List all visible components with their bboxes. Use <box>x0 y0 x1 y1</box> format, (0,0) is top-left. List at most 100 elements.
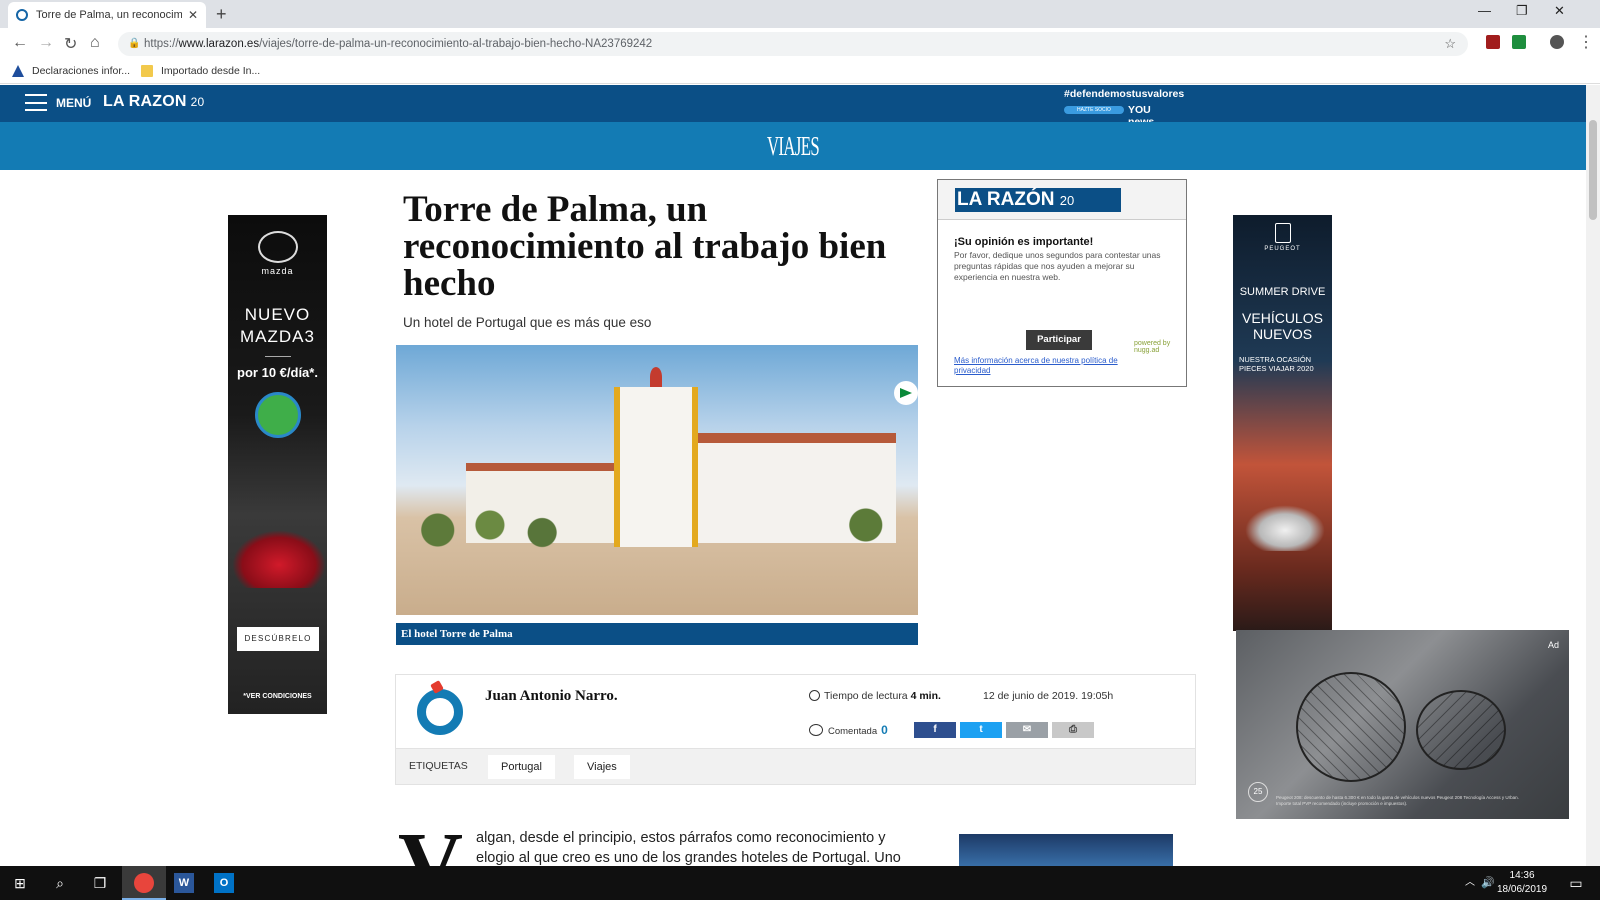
inline-article-image[interactable] <box>959 834 1173 866</box>
address-bar[interactable]: 🔒 https://www.larazon.es/viajes/torre-de… <box>118 32 1468 56</box>
windows-start-icon[interactable]: ⊞ <box>10 873 30 893</box>
restore-button[interactable]: ❐ <box>1516 3 1528 19</box>
bookmark-declaraciones[interactable]: Declaraciones infor... <box>12 65 130 77</box>
windows-taskbar: ⊞ ⌕ ❐ W O ︿ 🔊 14:36 18/06/2019 ▭ <box>0 866 1600 900</box>
url-path: /viajes/torre-de-palma-un-reconocimiento… <box>259 38 653 50</box>
tag-portugal[interactable]: Portugal <box>488 755 555 779</box>
site-logo[interactable]: LA RAZON 20 <box>103 93 204 111</box>
eco-label-icon <box>254 392 301 438</box>
close-tab-icon[interactable]: ✕ <box>188 8 198 22</box>
hamburger-menu-icon[interactable] <box>25 94 47 111</box>
ad-price: por 10 €/día*. <box>237 365 318 380</box>
article-title: Torre de Palma, un reconocimiento al tra… <box>403 189 887 304</box>
task-view-icon[interactable]: ❐ <box>90 873 110 893</box>
search-icon[interactable]: ⌕ <box>50 873 70 893</box>
clock-icon <box>809 690 820 701</box>
browser-tab-bar: Torre de Palma, un reconocimien ✕ + — ❐ … <box>0 0 1600 28</box>
notifications-icon[interactable]: ▭ <box>1566 873 1586 893</box>
share-facebook-button[interactable]: f <box>914 722 956 738</box>
bookmark-label: Declaraciones infor... <box>32 65 131 77</box>
url-scheme: https:// <box>144 38 179 50</box>
you-news-promo[interactable]: HAZTE SOCIO YOU news <box>1064 104 1179 128</box>
video-ad[interactable]: Ad 25 Peugeot 208: descuento de hasta 6.… <box>1236 630 1569 819</box>
comments-count[interactable]: Comentada 0 <box>809 723 888 737</box>
mazda-logo-icon <box>257 231 298 263</box>
forward-arrow-icon[interactable]: → <box>38 34 54 52</box>
ad-small-text: NUESTRA OCASIÓN PIECES VIAJAR 2020 <box>1239 355 1314 373</box>
share-email-button[interactable]: ✉ <box>1006 722 1048 738</box>
bookmark-importado[interactable]: Importado desde In... <box>141 65 260 77</box>
survey-description: Por favor, dedique unos segundos para co… <box>954 250 1161 282</box>
article-subtitle: Un hotel de Portugal que es más que eso <box>403 315 652 330</box>
read-time: Tiempo de lectura 4 min. <box>809 690 941 702</box>
article-body: algan, desde el principio, estos párrafo… <box>476 830 901 866</box>
survey-header: LA RAZÓN 20 <box>938 180 1186 220</box>
sheets-extension-icon[interactable] <box>1512 35 1526 49</box>
nuggad-badge: powered by nugg.ad <box>1134 340 1171 354</box>
word-icon[interactable]: W <box>174 873 194 893</box>
tags-bar: ETIQUETAS Portugal Viajes <box>395 749 1196 785</box>
reload-icon[interactable]: ↻ <box>64 34 77 54</box>
url-host: www.larazon.es <box>178 38 260 50</box>
site-favicon-icon <box>16 9 28 21</box>
folder-icon <box>141 65 153 77</box>
bookmark-star-icon[interactable]: ☆ <box>1444 32 1456 56</box>
survey-widget: LA RAZÓN 20 ¡Su opinión es importante! P… <box>937 179 1187 387</box>
menu-button[interactable]: MENÚ <box>56 96 91 110</box>
survey-logo: LA RAZÓN 20 <box>955 188 1121 212</box>
tab-title: Torre de Palma, un reconocimien <box>36 9 182 21</box>
kebab-menu-icon[interactable]: ⋮ <box>1578 32 1594 52</box>
page-viewport: MENÚ LA RAZON 20 #defendemostusvalores HA… <box>0 85 1586 866</box>
author-box: Juan Antonio Narro. Tiempo de lectura 4 … <box>395 674 1196 749</box>
ad-subheadline: VEHÍCULOS NUEVOS <box>1242 310 1323 342</box>
author-avatar <box>417 689 463 735</box>
clock-time: 14:36 <box>1509 870 1535 881</box>
ad-countdown: 25 <box>1248 782 1268 802</box>
subscribe-pill[interactable]: HAZTE SOCIO <box>1064 106 1124 114</box>
share-twitter-button[interactable]: t <box>960 722 1002 738</box>
tray-chevron-icon[interactable]: ︿ <box>1460 873 1480 893</box>
pdf-extension-icon[interactable] <box>1486 35 1500 49</box>
scrollbar-thumb[interactable] <box>1589 120 1597 220</box>
publish-date: 12 de junio de 2019. 19:05h <box>983 690 1114 702</box>
ad-brand: mazda <box>261 266 294 276</box>
back-arrow-icon[interactable]: ← <box>12 34 28 52</box>
photo-trees <box>396 505 918 555</box>
tags-label: ETIQUETAS <box>409 760 468 772</box>
discover-button[interactable]: DESCÚBRELO <box>237 627 319 651</box>
mazda-ad[interactable]: mazda NUEVO MAZDA3 por 10 €/día*. DESCÚBR… <box>228 215 327 714</box>
play-arrow-icon[interactable] <box>894 381 918 405</box>
print-button[interactable]: ⎙ <box>1052 722 1094 738</box>
hotel-photo[interactable] <box>396 345 918 615</box>
site-header: MENÚ LA RAZON 20 #defendemostusvalores HA… <box>0 85 1586 128</box>
peugeot-ad[interactable]: PEUGEOT SUMMER DRIVE VEHÍCULOS NUEVOS NU… <box>1233 215 1332 631</box>
browser-toolbar: ← → ↻ ⌂ 🔒 https://www.larazon.es/viajes/… <box>0 28 1600 60</box>
profile-avatar-icon[interactable] <box>1550 35 1564 49</box>
logo-text: LA RAZON <box>103 93 187 110</box>
campaign-hashtag[interactable]: #defendemostusvalores <box>1064 88 1184 100</box>
close-window-button[interactable]: ✕ <box>1554 3 1565 19</box>
chrome-icon[interactable] <box>134 873 154 893</box>
browser-tab[interactable]: Torre de Palma, un reconocimien ✕ <box>8 2 206 28</box>
photo-caption: El hotel Torre de Palma <box>396 623 918 645</box>
ad-fine-print: Peugeot 208: descuento de hasta 6.300 € … <box>1276 795 1519 806</box>
page-scrollbar[interactable] <box>1586 85 1600 866</box>
bookmark-label: Importado desde In... <box>161 65 261 77</box>
tag-viajes[interactable]: Viajes <box>574 755 630 779</box>
video-table-right <box>1416 690 1506 770</box>
minimize-button[interactable]: — <box>1478 3 1491 18</box>
ad-conditions[interactable]: *VER CONDICIONES <box>228 693 327 700</box>
home-icon[interactable]: ⌂ <box>90 34 100 52</box>
volume-icon[interactable]: 🔊 <box>1478 873 1498 893</box>
new-tab-button[interactable]: + <box>216 4 227 25</box>
section-title[interactable]: VIAJES <box>767 122 820 170</box>
logo-anniversary: 20 <box>190 95 205 109</box>
section-banner: VIAJES <box>0 122 1586 170</box>
outlook-icon[interactable]: O <box>214 873 234 893</box>
bookmarks-bar: Declaraciones infor... Importado desde I… <box>0 60 1600 84</box>
privacy-policy-link[interactable]: Más información acerca de nuestra políti… <box>954 356 1144 376</box>
system-clock[interactable]: 14:36 18/06/2019 <box>1497 869 1547 897</box>
drop-cap: V <box>398 815 463 867</box>
participate-button[interactable]: Participar <box>1026 330 1092 350</box>
author-name[interactable]: Juan Antonio Narro. <box>485 688 618 705</box>
